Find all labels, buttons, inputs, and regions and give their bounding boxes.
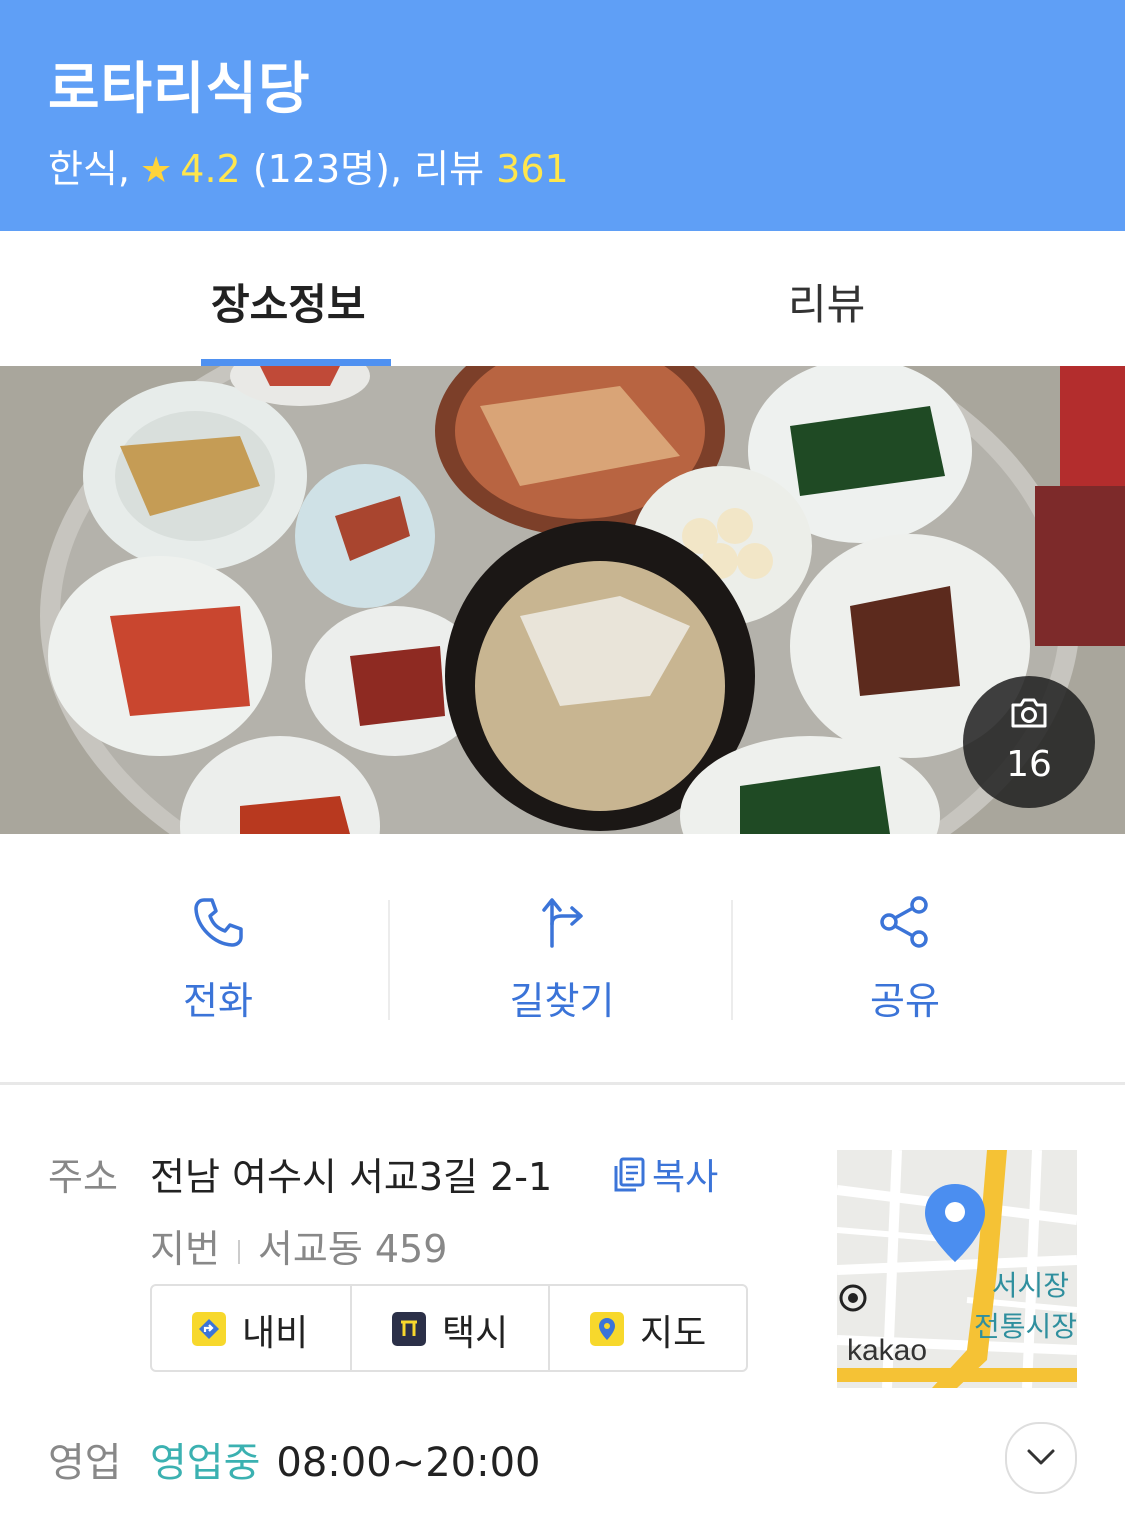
kakao-logo: kakao <box>847 1334 927 1367</box>
navigation-buttons: 내비 택시 지도 <box>150 1284 748 1372</box>
expand-hours-button[interactable] <box>1005 1422 1077 1494</box>
share-icon <box>880 896 928 948</box>
phone-icon <box>194 898 243 947</box>
map-pin-icon <box>590 1312 624 1346</box>
hours-label: 영업 <box>48 1440 122 1486</box>
food-photo-illustration <box>0 366 1125 834</box>
share-button[interactable]: 공유 <box>795 894 1015 1025</box>
section-divider <box>0 1082 1125 1085</box>
mini-map[interactable]: 서시장 전통시장 kakao <box>837 1150 1077 1388</box>
copy-address-button[interactable]: 복사 <box>612 1148 718 1200</box>
directions-icon <box>542 898 583 948</box>
rating-count: (123명), <box>252 147 403 191</box>
call-button[interactable]: 전화 <box>108 894 328 1025</box>
place-summary: 한식, ★ 4.2 (123명), 리뷰 361 <box>48 138 569 193</box>
place-photo[interactable]: 16 <box>0 366 1125 834</box>
camera-icon <box>1011 698 1047 728</box>
navi-icon <box>192 1312 226 1346</box>
rating-value: 4.2 <box>180 147 241 191</box>
tab-place-info[interactable]: 장소정보 <box>211 271 366 332</box>
taxi-icon <box>392 1312 426 1346</box>
jibun-separator <box>237 1239 240 1264</box>
jibun-value: 서교동 459 <box>257 1227 448 1271</box>
address-label: 주소 <box>48 1155 118 1199</box>
map-label-market: 전통시장 <box>974 1311 1077 1342</box>
copy-icon <box>614 1157 645 1192</box>
photo-count-badge[interactable]: 16 <box>963 676 1095 808</box>
map-label: 지도 <box>640 1313 707 1354</box>
place-header: 로타리식당 한식, ★ 4.2 (123명), 리뷰 361 <box>0 0 1125 231</box>
chevron-down-icon <box>1027 1449 1055 1465</box>
navi-label: 내비 <box>242 1313 309 1354</box>
photo-count: 16 <box>1006 744 1052 785</box>
tab-reviews[interactable]: 리뷰 <box>788 271 865 332</box>
open-status: 영업중 <box>150 1440 261 1486</box>
copy-label: 복사 <box>652 1157 719 1198</box>
active-tab-indicator <box>201 359 391 366</box>
star-icon: ★ <box>140 150 173 191</box>
review-count[interactable]: 361 <box>496 147 569 191</box>
action-separator <box>731 900 733 1020</box>
taxi-label: 택시 <box>442 1313 509 1354</box>
address-value: 전남 여수시 서교3길 2-1 <box>150 1155 553 1199</box>
action-bar: 전화 길찾기 공유 <box>0 834 1125 1084</box>
call-label: 전화 <box>183 979 253 1023</box>
navi-button[interactable]: 내비 <box>152 1286 350 1370</box>
taxi-button[interactable]: 택시 <box>350 1286 550 1370</box>
directions-button[interactable]: 길찾기 <box>452 894 672 1025</box>
directions-label: 길찾기 <box>509 979 615 1023</box>
map-label-seosijang: 서시장 <box>992 1270 1069 1301</box>
category: 한식, <box>48 147 130 191</box>
action-separator <box>388 900 390 1020</box>
review-label[interactable]: 리뷰 <box>414 147 484 191</box>
place-title: 로타리식당 <box>48 57 311 122</box>
jibun-address: 지번 서교동 459 <box>150 1218 447 1273</box>
business-hours: 영업중 08:00~20:00 <box>150 1430 540 1488</box>
tab-bar: 장소정보 리뷰 <box>0 231 1125 366</box>
hours-time: 08:00~20:00 <box>276 1440 541 1486</box>
share-label: 공유 <box>870 979 940 1023</box>
map-button[interactable]: 지도 <box>548 1286 748 1370</box>
jibun-label: 지번 <box>150 1227 220 1271</box>
map-illustration: 서시장 전통시장 kakao <box>837 1150 1077 1388</box>
